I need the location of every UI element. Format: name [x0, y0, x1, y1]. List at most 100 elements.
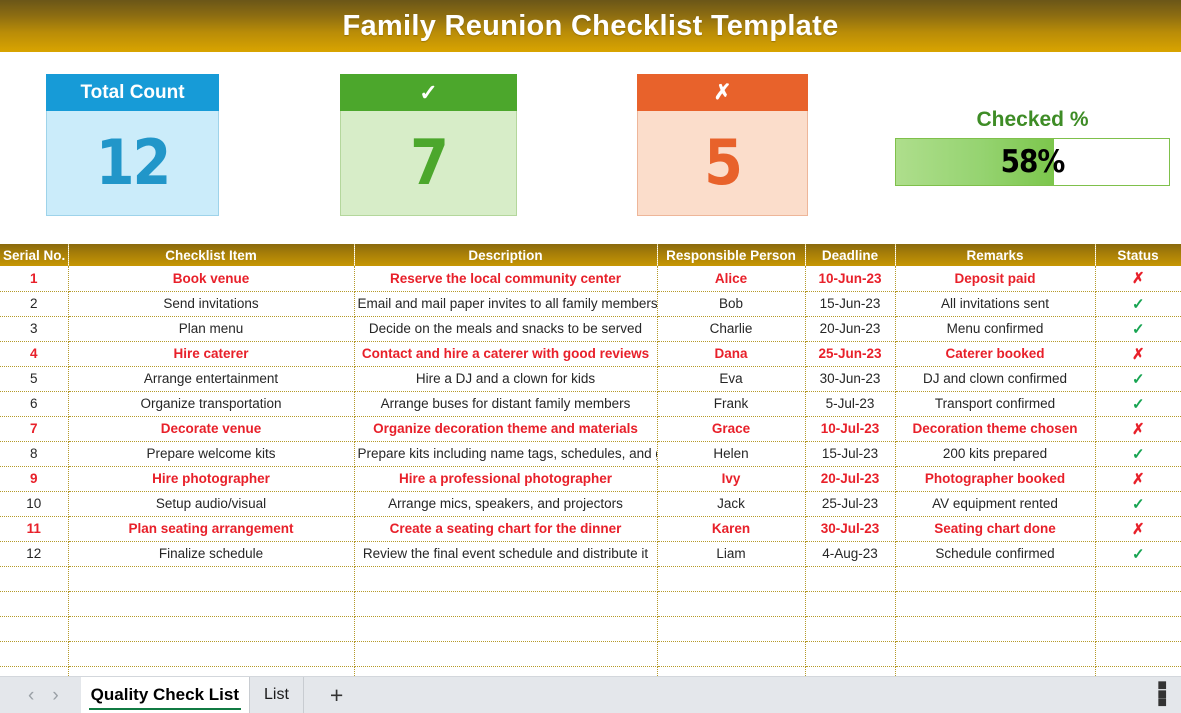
cell-empty[interactable] — [68, 616, 355, 642]
cell-remarks[interactable]: DJ and clown confirmed — [895, 366, 1096, 392]
cell-empty[interactable] — [354, 616, 658, 642]
cell-empty[interactable] — [1095, 566, 1181, 592]
cell-empty[interactable] — [895, 616, 1096, 642]
column-header-serial-no[interactable]: Serial No. — [0, 244, 69, 266]
column-header-responsible-person[interactable]: Responsible Person — [657, 244, 806, 266]
cell-responsible-person[interactable]: Alice — [657, 266, 806, 292]
cell-remarks[interactable]: All invitations sent — [895, 291, 1096, 317]
column-header-deadline[interactable]: Deadline — [805, 244, 896, 266]
cell-checklist-item[interactable]: Finalize schedule — [68, 541, 355, 567]
table-row[interactable]: 10 Setup audio/visual Arrange mics, speake… — [0, 491, 1181, 517]
cell-empty[interactable] — [354, 566, 658, 592]
column-header-status[interactable]: Status — [1095, 244, 1181, 266]
cell-responsible-person[interactable]: Helen — [657, 441, 806, 467]
cell-remarks[interactable]: Menu confirmed — [895, 316, 1096, 342]
cell-empty[interactable] — [354, 641, 658, 667]
cell-status[interactable]: ✗ — [1095, 266, 1181, 292]
cell-description[interactable]: Email and mail paper invites to all fami… — [354, 291, 658, 317]
cell-checklist-item[interactable]: Plan seating arrangement — [68, 516, 355, 542]
cell-status[interactable]: ✓ — [1095, 291, 1181, 317]
cell-empty[interactable] — [68, 641, 355, 667]
cell-checklist-item[interactable]: Decorate venue — [68, 416, 355, 442]
cell-serial-no[interactable]: 4 — [0, 341, 69, 367]
cell-serial-no[interactable]: 11 — [0, 516, 69, 542]
cell-deadline[interactable]: 4-Aug-23 — [805, 541, 896, 567]
cell-serial-no[interactable]: 6 — [0, 391, 69, 417]
cell-description[interactable]: Arrange mics, speakers, and projectors — [354, 491, 658, 517]
cell-remarks[interactable]: Deposit paid — [895, 266, 1096, 292]
cell-remarks[interactable]: Seating chart done — [895, 516, 1096, 542]
cell-empty[interactable] — [895, 641, 1096, 667]
table-row-empty[interactable] — [0, 591, 1181, 617]
cell-empty[interactable] — [805, 591, 896, 617]
add-sheet-icon[interactable]: + — [304, 683, 369, 707]
table-row[interactable]: 11 Plan seating arrangement Create a seati… — [0, 516, 1181, 542]
cell-empty[interactable] — [895, 591, 1096, 617]
table-row[interactable]: 9 Hire photographer Hire a professional ph… — [0, 466, 1181, 492]
cell-remarks[interactable]: Caterer booked — [895, 341, 1096, 367]
more-options-icon[interactable]: ■ ■ ■ — [1157, 677, 1181, 710]
table-row[interactable]: 2 Send invitations Email and mail paper in… — [0, 291, 1181, 317]
cell-deadline[interactable]: 5-Jul-23 — [805, 391, 896, 417]
cell-serial-no[interactable]: 9 — [0, 466, 69, 492]
cell-deadline[interactable]: 10-Jun-23 — [805, 266, 896, 292]
table-row[interactable]: 7 Decorate venue Organize decoration theme… — [0, 416, 1181, 442]
cell-status[interactable]: ✓ — [1095, 491, 1181, 517]
cell-empty[interactable] — [68, 591, 355, 617]
cell-responsible-person[interactable]: Ivy — [657, 466, 806, 492]
cell-status[interactable]: ✗ — [1095, 341, 1181, 367]
cell-responsible-person[interactable]: Frank — [657, 391, 806, 417]
cell-empty[interactable] — [805, 641, 896, 667]
cell-empty[interactable] — [657, 591, 806, 617]
table-row[interactable]: 3 Plan menu Decide on the meals and snacks… — [0, 316, 1181, 342]
cell-status[interactable]: ✓ — [1095, 541, 1181, 567]
cell-checklist-item[interactable]: Send invitations — [68, 291, 355, 317]
cell-status[interactable]: ✗ — [1095, 416, 1181, 442]
cell-checklist-item[interactable]: Arrange entertainment — [68, 366, 355, 392]
cell-remarks[interactable]: Decoration theme chosen — [895, 416, 1096, 442]
cell-empty[interactable] — [0, 566, 69, 592]
table-row-empty[interactable] — [0, 641, 1181, 667]
cell-empty[interactable] — [805, 566, 896, 592]
cell-empty[interactable] — [1095, 616, 1181, 642]
cell-empty[interactable] — [657, 616, 806, 642]
cell-checklist-item[interactable]: Hire caterer — [68, 341, 355, 367]
cell-description[interactable]: Reserve the local community center — [354, 266, 658, 292]
cell-empty[interactable] — [657, 566, 806, 592]
table-row[interactable]: 12 Finalize schedule Review the final even… — [0, 541, 1181, 567]
cell-responsible-person[interactable]: Charlie — [657, 316, 806, 342]
cell-remarks[interactable]: 200 kits prepared — [895, 441, 1096, 467]
cell-empty[interactable] — [0, 641, 69, 667]
cell-description[interactable]: Create a seating chart for the dinner — [354, 516, 658, 542]
cell-empty[interactable] — [0, 591, 69, 617]
chevron-right-icon[interactable]: › — [52, 686, 58, 705]
cell-empty[interactable] — [895, 566, 1096, 592]
cell-remarks[interactable]: Schedule confirmed — [895, 541, 1096, 567]
cell-deadline[interactable]: 30-Jul-23 — [805, 516, 896, 542]
cell-description[interactable]: Decide on the meals and snacks to be ser… — [354, 316, 658, 342]
cell-empty[interactable] — [354, 591, 658, 617]
cell-remarks[interactable]: AV equipment rented — [895, 491, 1096, 517]
column-header-remarks[interactable]: Remarks — [895, 244, 1096, 266]
cell-empty[interactable] — [68, 566, 355, 592]
cell-description[interactable]: Hire a professional photographer — [354, 466, 658, 492]
table-row[interactable]: 8 Prepare welcome kits Prepare kits includ… — [0, 441, 1181, 467]
cell-description[interactable]: Hire a DJ and a clown for kids — [354, 366, 658, 392]
cell-serial-no[interactable]: 3 — [0, 316, 69, 342]
cell-responsible-person[interactable]: Karen — [657, 516, 806, 542]
cell-checklist-item[interactable]: Book venue — [68, 266, 355, 292]
sheet-tab-quality-check-list[interactable]: Quality Check List — [80, 676, 249, 713]
cell-serial-no[interactable]: 1 — [0, 266, 69, 292]
cell-description[interactable]: Contact and hire a caterer with good rev… — [354, 341, 658, 367]
cell-description[interactable]: Arrange buses for distant family members — [354, 391, 658, 417]
chevron-left-icon[interactable]: ‹ — [28, 686, 34, 705]
cell-serial-no[interactable]: 10 — [0, 491, 69, 517]
table-row[interactable]: 4 Hire caterer Contact and hire a caterer … — [0, 341, 1181, 367]
cell-deadline[interactable]: 15-Jul-23 — [805, 441, 896, 467]
cell-empty[interactable] — [657, 641, 806, 667]
cell-checklist-item[interactable]: Organize transportation — [68, 391, 355, 417]
table-row-empty[interactable] — [0, 566, 1181, 592]
cell-empty[interactable] — [1095, 591, 1181, 617]
cell-empty[interactable] — [805, 616, 896, 642]
cell-status[interactable]: ✓ — [1095, 316, 1181, 342]
